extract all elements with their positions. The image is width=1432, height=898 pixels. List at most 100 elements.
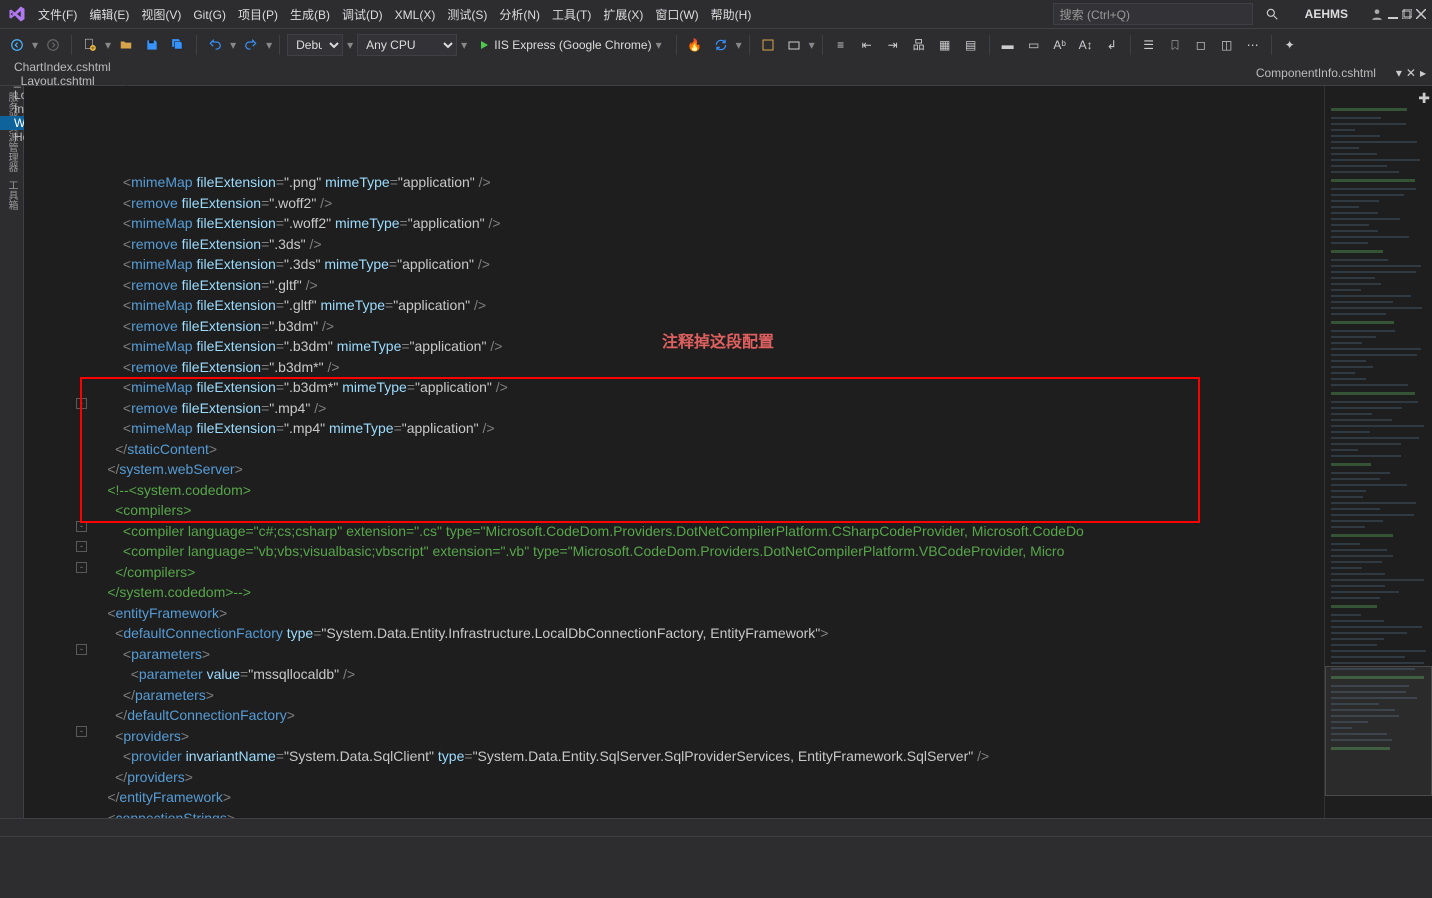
code-line: <remove fileExtension=".3ds" /> [84,234,1324,255]
toolbox-icon[interactable] [783,34,805,56]
code-line: <compiler language="vb;vbs;visualbasic;v… [84,541,1324,562]
refresh-icon[interactable] [710,34,732,56]
code-line: <providers> [84,726,1324,747]
menubar: 文件(F)编辑(E)视图(V)Git(G)项目(P)生成(B)调试(D)XML(… [0,0,1432,28]
code-line: <entityFramework> [84,603,1324,624]
menu-item-4[interactable]: 项目(P) [232,6,284,24]
menu-item-12[interactable]: 窗口(W) [649,6,704,24]
code-line: <mimeMap fileExtension=".woff2" mimeType… [84,213,1324,234]
flag-icon[interactable]: ◻ [1190,34,1212,56]
save-icon[interactable] [141,34,163,56]
code-area[interactable]: 注释掉这段配置 <mimeMap fileExtension=".png" mi… [80,86,1324,818]
global-search-input[interactable]: 搜索 (Ctrl+Q) [1053,3,1253,25]
redo-icon[interactable] [240,34,262,56]
code-line: <defaultConnectionFactory type="System.D… [84,623,1324,644]
window-minimize-icon[interactable] [1388,9,1398,19]
undo-icon[interactable] [204,34,226,56]
platform-select[interactable]: Any CPU [357,34,457,56]
left-toolwindow-rail: 服务器资源管理器 工具箱 [0,86,24,818]
hot-reload-icon[interactable]: 🔥 [684,34,706,56]
start-debug-button[interactable]: IIS Express (Google Chrome) ▾ [471,35,668,55]
minimap[interactable]: ✚ [1324,86,1432,818]
columns-icon[interactable]: ▤ [960,34,982,56]
code-line: <provider invariantName="System.Data.Sql… [84,746,1324,767]
nav-back-icon[interactable] [6,34,28,56]
menu-item-11[interactable]: 扩展(X) [597,6,649,24]
main-area: 服务器资源管理器 工具箱 ------ 注释掉这段配置 <mimeMap fil… [0,86,1432,818]
indent-more-icon[interactable]: ⇥ [882,34,904,56]
extensions-icon[interactable]: ✦ [1279,34,1301,56]
menu-item-3[interactable]: Git(G) [187,6,232,24]
menu-item-5[interactable]: 生成(B) [284,6,336,24]
code-line: <parameter value="mssqllocaldb" /> [84,664,1324,685]
code-line: <compiler language="c#;cs;csharp" extens… [84,521,1324,542]
code-line: </system.codedom>--> [84,582,1324,603]
code-line: </defaultConnectionFactory> [84,705,1324,726]
solution-name: AEHMS [1305,7,1348,21]
align-icon[interactable]: ≡ [830,34,852,56]
menu-item-6[interactable]: 调试(D) [336,6,389,24]
run-target-label: IIS Express (Google Chrome) [494,38,651,52]
tab-pin-icon[interactable]: ▸ [1420,66,1426,80]
code-line: <remove fileExtension=".gltf" /> [84,275,1324,296]
code-line: <remove fileExtension=".b3dm*" /> [84,357,1324,378]
menu-item-2[interactable]: 视图(V) [135,6,187,24]
toolbox-tab[interactable]: 工具箱 [4,180,19,210]
menu-item-1[interactable]: 编辑(E) [83,6,135,24]
code-line: </compilers> [84,562,1324,583]
code-line: <connectionStrings> [84,808,1324,819]
menu-item-9[interactable]: 分析(N) [493,6,546,24]
tab-componentinfo[interactable]: ComponentInfo.cshtml [1242,60,1390,85]
code-line: </providers> [84,767,1324,788]
comment-icon[interactable]: ▬ [997,34,1019,56]
annotation-text: 注释掉这段配置 [662,333,774,354]
code-line: <parameters> [84,644,1324,665]
editor-tabbar: ChartIndex.cshtml_Layout.cshtmlLogin.csh… [0,60,1432,86]
code-line: <mimeMap fileExtension=".gltf" mimeType=… [84,295,1324,316]
more-icon[interactable]: ⋯ [1242,34,1264,56]
menu-item-0[interactable]: 文件(F) [32,6,83,24]
minimap-split-icon[interactable]: ✚ [1418,90,1430,107]
search-placeholder: 搜索 (Ctrl+Q) [1060,6,1130,23]
format2-icon[interactable]: A↕ [1075,34,1097,56]
window-restore-icon[interactable] [1402,9,1412,19]
profile-icon[interactable] [1370,7,1384,21]
tab-split-icon[interactable]: ▾ [1396,66,1402,80]
browser-link-icon[interactable] [757,34,779,56]
menu-item-13[interactable]: 帮助(H) [705,6,758,24]
wrap-icon[interactable]: ↲ [1101,34,1123,56]
open-file-icon[interactable] [115,34,137,56]
window-close-icon[interactable] [1416,9,1426,19]
horizontal-scrollbar[interactable] [0,818,1432,836]
statusbar [0,836,1432,898]
save-all-icon[interactable] [167,34,189,56]
minimap-viewport[interactable] [1325,666,1432,796]
new-item-icon[interactable] [79,34,101,56]
uncomment-icon[interactable]: ▭ [1023,34,1045,56]
bookmark-list-icon[interactable]: ☰ [1138,34,1160,56]
nav-forward-icon[interactable] [42,34,64,56]
indent-less-icon[interactable]: ⇤ [856,34,878,56]
menu-item-8[interactable]: 测试(S) [441,6,493,24]
tab-chartindex-cshtml[interactable]: ChartIndex.cshtml [0,60,128,74]
main-toolbar: ▾ ▾ ▾ ▾ Debug ▾ Any CPU ▾ IIS Express (G… [0,28,1432,60]
code-line: </parameters> [84,685,1324,706]
code-line: <mimeMap fileExtension=".3ds" mimeType="… [84,254,1324,275]
config-select[interactable]: Debug [287,34,343,56]
vs-logo-icon [6,3,28,25]
editor-gutter: ------ [24,86,80,818]
format-icon[interactable]: Aᵇ [1049,34,1071,56]
grid-icon[interactable]: ▦ [934,34,956,56]
code-line: <mimeMap fileExtension=".png" mimeType="… [84,172,1324,193]
editor[interactable]: ------ 注释掉这段配置 <mimeMap fileExtension=".… [24,86,1432,818]
menu-item-10[interactable]: 工具(T) [546,6,597,24]
bookmark-icon[interactable] [1164,34,1186,56]
menu-item-7[interactable]: XML(X) [389,6,442,24]
code-line: <remove fileExtension=".woff2" /> [84,193,1324,214]
tab-close-icon[interactable]: ✕ [1406,66,1416,80]
search-icon[interactable] [1261,3,1283,25]
pin-icon[interactable]: ◫ [1216,34,1238,56]
code-line: </entityFramework> [84,787,1324,808]
tree-icon[interactable]: 品 [908,34,930,56]
annotation-highlight-box [80,377,1200,523]
